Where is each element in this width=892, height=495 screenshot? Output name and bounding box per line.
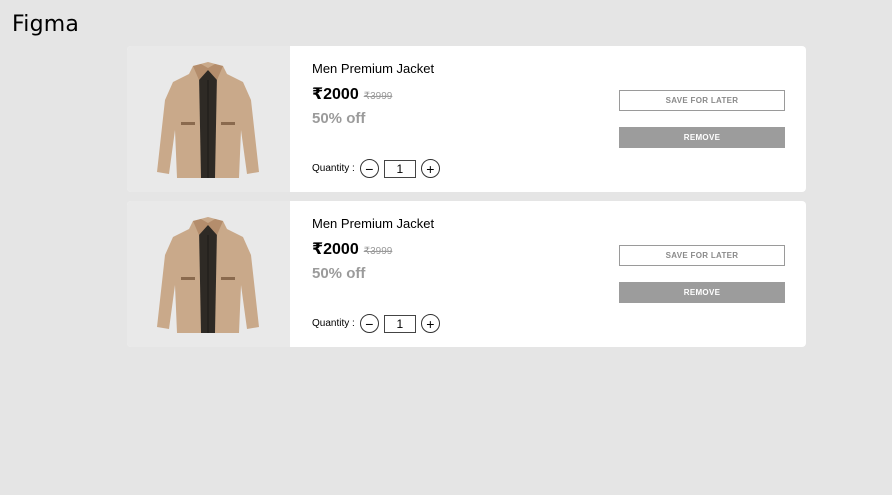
decrease-quantity-button[interactable]: − [359,314,379,333]
quantity-stepper: Quantity : − 1 + [312,314,440,333]
cart-item-card: Men Premium Jacket ₹2000 ₹3999 50% off Q… [127,201,806,347]
original-price: ₹3999 [363,246,393,257]
remove-button[interactable]: REMOVE [619,282,785,303]
increase-quantity-button[interactable]: + [420,159,440,178]
save-for-later-button[interactable]: SAVE FOR LATER [619,90,785,111]
cart-item-card: Men Premium Jacket ₹2000 ₹3999 50% off Q… [127,46,806,192]
decrease-quantity-button[interactable]: − [359,159,379,178]
quantity-input[interactable]: 1 [383,159,416,178]
product-image[interactable] [127,46,290,192]
quantity-stepper: Quantity : − 1 + [312,159,440,178]
product-price: ₹2000 [312,241,359,258]
product-title[interactable]: Men Premium Jacket [312,216,434,231]
save-for-later-button[interactable]: SAVE FOR LATER [619,245,785,266]
jacket-image [157,217,259,333]
product-image[interactable] [127,201,290,347]
product-title[interactable]: Men Premium Jacket [312,61,434,76]
jacket-image [157,62,259,178]
discount-label: 50% off [312,265,366,282]
price-row: ₹2000 ₹3999 [312,84,392,104]
app-title: Figma [12,12,80,37]
original-price: ₹3999 [363,91,393,102]
discount-label: 50% off [312,110,366,127]
product-price: ₹2000 [312,86,359,103]
remove-button[interactable]: REMOVE [619,127,785,148]
quantity-input[interactable]: 1 [383,314,416,333]
increase-quantity-button[interactable]: + [420,314,440,333]
price-row: ₹2000 ₹3999 [312,239,392,259]
quantity-label: Quantity : [312,318,355,329]
quantity-label: Quantity : [312,163,355,174]
